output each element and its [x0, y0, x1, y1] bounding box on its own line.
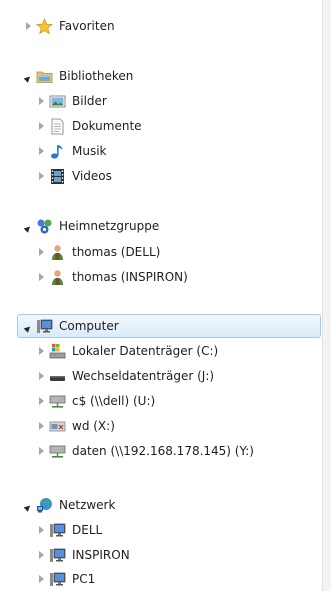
network-drive-icon	[49, 443, 66, 460]
tree-item-drive[interactable]: Lokaler Datenträger (C:)	[37, 339, 218, 363]
computer-icon	[49, 522, 66, 539]
tree-item-label: Netzwerk	[59, 498, 116, 512]
expand-arrow-icon[interactable]	[37, 445, 46, 457]
tree-item-library-videos[interactable]: Videos	[37, 164, 112, 188]
tree-item-label: thomas (INSPIRON)	[72, 270, 188, 284]
expand-arrow-icon[interactable]	[24, 20, 33, 32]
tree-item-favorites[interactable]: Favoriten	[24, 14, 115, 38]
documents-library-icon	[49, 118, 66, 135]
tree-item-homegroup-user[interactable]: thomas (DELL)	[37, 240, 160, 264]
local-disk-icon	[49, 343, 66, 360]
collapse-arrow-icon[interactable]	[24, 499, 33, 511]
navigation-pane: Favoriten Bibliotheken Bilder Dokumente …	[0, 0, 323, 591]
library-folder-icon	[36, 68, 53, 85]
tree-item-network[interactable]: Netzwerk	[24, 493, 115, 517]
tree-item-library-pictures[interactable]: Bilder	[37, 89, 107, 113]
tree-item-label: Musik	[72, 144, 107, 158]
tree-item-library-documents[interactable]: Dokumente	[37, 114, 142, 138]
expand-arrow-icon[interactable]	[37, 524, 46, 536]
tree-item-drive[interactable]: c$ (\\dell) (U:)	[37, 389, 155, 413]
tree-item-label: Wechseldatenträger (J:)	[72, 369, 215, 383]
expand-arrow-icon[interactable]	[37, 95, 46, 107]
expand-arrow-icon[interactable]	[37, 246, 46, 258]
tree-item-network-host[interactable]: PC1	[37, 567, 95, 591]
expand-arrow-icon[interactable]	[37, 573, 46, 585]
music-note-icon	[49, 143, 66, 160]
tree-item-drive[interactable]: Wechseldatenträger (J:)	[37, 364, 214, 388]
tree-item-homegroup-user[interactable]: thomas (INSPIRON)	[37, 265, 188, 289]
video-film-icon	[49, 168, 66, 185]
expand-arrow-icon[interactable]	[37, 345, 46, 357]
tree-item-label: Favoriten	[59, 19, 115, 33]
tree-item-label: Bilder	[72, 94, 107, 108]
tree-item-label: Lokaler Datenträger (C:)	[72, 344, 219, 358]
collapse-arrow-icon[interactable]	[24, 320, 33, 332]
computer-icon	[36, 318, 53, 335]
tree-item-label: Dokumente	[72, 119, 142, 133]
collapse-arrow-icon[interactable]	[24, 70, 33, 82]
tree-item-label: INSPIRON	[72, 548, 130, 562]
tree-item-library-music[interactable]: Musik	[37, 139, 107, 163]
collapse-arrow-icon[interactable]	[24, 220, 33, 232]
removable-drive-icon	[49, 368, 66, 385]
tree-item-computer[interactable]: Computer	[17, 314, 321, 338]
expand-arrow-icon[interactable]	[37, 120, 46, 132]
tree-item-drive[interactable]: daten (\\192.168.178.145) (Y:)	[37, 439, 254, 463]
expand-arrow-icon[interactable]	[37, 170, 46, 182]
tree-item-label: DELL	[72, 523, 103, 537]
homegroup-icon	[36, 218, 53, 235]
computer-icon	[49, 571, 66, 588]
scrollbar-track[interactable]	[322, 0, 331, 591]
expand-arrow-icon[interactable]	[37, 395, 46, 407]
tree-item-label: Computer	[59, 319, 119, 333]
tree-item-libraries[interactable]: Bibliotheken	[24, 64, 133, 88]
tree-item-homegroup[interactable]: Heimnetzgruppe	[24, 214, 159, 238]
tree-item-label: PC1	[72, 572, 96, 586]
star-icon	[36, 17, 53, 35]
tree-item-drive[interactable]: wd (X:)	[37, 414, 115, 438]
pictures-library-icon	[49, 93, 66, 110]
tree-item-network-host[interactable]: INSPIRON	[37, 543, 130, 567]
tree-item-label: wd (X:)	[72, 419, 115, 433]
tree-item-network-host[interactable]: DELL	[37, 518, 102, 542]
expand-arrow-icon[interactable]	[37, 271, 46, 283]
user-icon	[49, 244, 66, 261]
expand-arrow-icon[interactable]	[37, 145, 46, 157]
tree-item-label: Bibliotheken	[59, 69, 134, 83]
tree-item-label: Heimnetzgruppe	[59, 219, 160, 233]
expand-arrow-icon[interactable]	[37, 549, 46, 561]
tree-item-label: thomas (DELL)	[72, 245, 161, 259]
network-drive-icon	[49, 393, 66, 410]
computer-icon	[49, 547, 66, 564]
tree-item-label: Videos	[72, 169, 112, 183]
expand-arrow-icon[interactable]	[37, 420, 46, 432]
tree-item-label: c$ (\\dell) (U:)	[72, 394, 156, 408]
network-icon	[36, 497, 53, 514]
tree-item-label: daten (\\192.168.178.145) (Y:)	[72, 444, 254, 458]
disconnected-drive-icon	[49, 418, 66, 435]
user-icon	[49, 269, 66, 286]
expand-arrow-icon[interactable]	[37, 370, 46, 382]
